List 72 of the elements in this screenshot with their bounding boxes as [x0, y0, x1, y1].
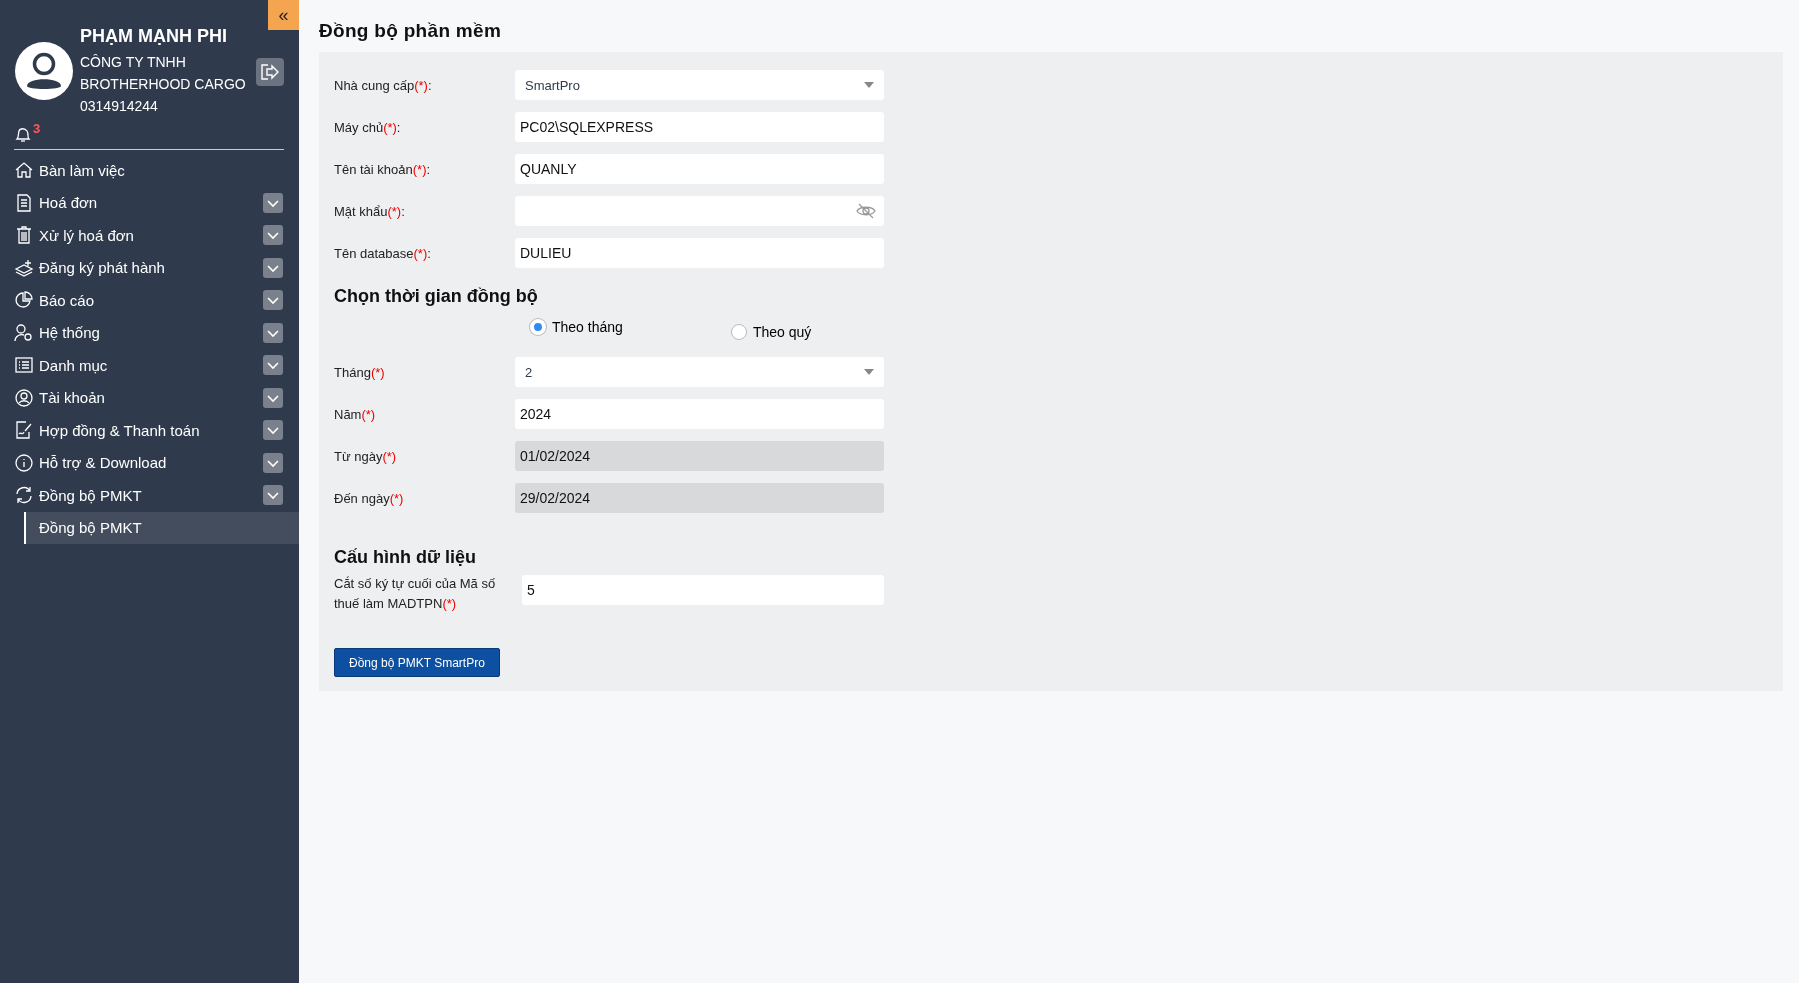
chevron-down-icon[interactable]	[263, 257, 283, 278]
radio-option[interactable]: Theo quý	[731, 324, 932, 340]
chevron-down-icon[interactable]	[263, 192, 283, 213]
chevron-down-icon[interactable]	[263, 322, 283, 343]
user-circle-icon	[14, 387, 34, 408]
sync-button[interactable]: Đồng bộ PMKT SmartPro	[334, 648, 500, 677]
menu-item[interactable]: Bàn làm việc	[0, 154, 299, 187]
field-label: Nhà cung cấp(*):	[334, 77, 433, 93]
chevron-down-icon[interactable]	[263, 420, 283, 441]
field-label: Mật khẩu(*):	[334, 203, 406, 219]
home-icon	[14, 160, 34, 181]
logout-button[interactable]	[256, 58, 284, 86]
field-label: Cắt số ký tự cuối của Mã số thuế làm MADTPN(*)	[334, 575, 497, 613]
field-label: Từ ngày(*)	[334, 448, 398, 464]
menu-item[interactable]: Hoá đơn	[0, 186, 299, 219]
trash-icon	[14, 225, 34, 246]
menu-item[interactable]: Hợp đồng & Thanh toán	[0, 414, 299, 447]
radio-option[interactable]: Theo tháng	[530, 319, 731, 335]
contract-icon	[14, 420, 34, 441]
tax-code: 0314914244	[80, 97, 159, 116]
field-label: Năm(*)	[334, 406, 377, 422]
chevron-down-icon[interactable]	[263, 290, 283, 311]
field-label: Tháng(*)	[334, 364, 386, 380]
caret-icon	[864, 369, 874, 375]
input-field[interactable]: QUANLY	[515, 154, 884, 184]
chevron-down-icon[interactable]	[263, 452, 283, 473]
info-icon	[14, 452, 34, 473]
section-heading: Chọn thời gian đồng bộ	[334, 286, 539, 307]
menu-item[interactable]: Xử lý hoá đơn	[0, 219, 299, 252]
user-gear-icon	[14, 322, 34, 343]
input-field[interactable]: 5	[522, 575, 884, 605]
menu-item[interactable]: Hỗ trợ & Download	[0, 446, 299, 479]
submenu-item[interactable]: Đồng bộ PMKT	[24, 511, 299, 544]
date-field[interactable]: 01/02/2024	[515, 441, 884, 471]
menu-item[interactable]: Đăng ký phát hành	[0, 251, 299, 284]
select-field[interactable]: 2	[515, 357, 884, 387]
menu-item[interactable]: Danh mục	[0, 349, 299, 382]
document-icon	[14, 192, 34, 213]
section-heading: Cấu hình dữ liệu	[334, 547, 478, 568]
field-label: Đến ngày(*)	[334, 490, 405, 506]
menu-item[interactable]: Tài khoản	[0, 381, 299, 414]
pie-chart-icon	[14, 290, 34, 311]
password-field[interactable]	[515, 196, 884, 226]
chevron-down-icon[interactable]	[263, 355, 283, 376]
eye-slash-icon[interactable]	[856, 203, 876, 219]
chevron-down-icon[interactable]	[263, 387, 283, 408]
menu-item[interactable]: Đồng bộ PMKT	[0, 479, 299, 512]
select-field[interactable]: SmartPro	[515, 70, 884, 100]
exit-icon	[261, 64, 279, 80]
input-field[interactable]: PC02\SQLEXPRESS	[515, 112, 884, 142]
avatar-icon	[15, 42, 73, 100]
user-name: PHẠM MẠNH PHI	[80, 26, 228, 47]
chevron-down-icon[interactable]	[263, 485, 283, 506]
chevron-down-icon[interactable]	[263, 225, 283, 246]
collapse-button[interactable]: «	[268, 0, 299, 30]
company-name: CÔNG TY TNHH	[80, 53, 187, 72]
page-title: Đồng bộ phần mềm	[319, 20, 503, 42]
field-label: Tên database(*):	[334, 245, 432, 261]
layers-plus-icon	[14, 257, 34, 278]
field-label: Máy chủ(*):	[334, 119, 402, 135]
menu-item[interactable]: Hệ thống	[0, 316, 299, 349]
date-field[interactable]: 29/02/2024	[515, 483, 884, 513]
input-field[interactable]: DULIEU	[515, 238, 884, 268]
field-label: Tên tài khoản(*):	[334, 161, 432, 177]
company-name: BROTHERHOOD CARGO	[80, 75, 247, 94]
sync-icon	[14, 485, 34, 506]
menu-item[interactable]: Báo cáo	[0, 284, 299, 317]
bell-icon[interactable]	[14, 125, 32, 143]
list-icon	[14, 355, 34, 376]
caret-icon	[864, 82, 874, 88]
input-field[interactable]: 2024	[515, 399, 884, 429]
notification-count: 3	[33, 121, 41, 136]
